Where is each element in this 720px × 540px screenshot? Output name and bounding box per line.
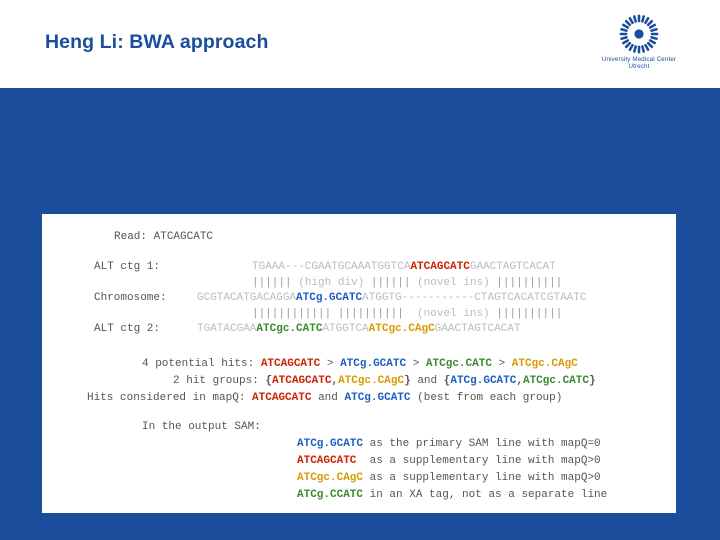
bar1-right-note: (novel ins) xyxy=(417,277,490,289)
group-2-member-a: ATCg.GCATC xyxy=(450,375,517,387)
alt-ctg-2-highlight-2: ATCgc.CAgC xyxy=(368,323,435,335)
output-line-1-text: as the primary SAM line with mapQ=0 xyxy=(369,438,601,450)
alt-ctg-2-suffix: GAACTAGTCACAT xyxy=(434,323,521,335)
output-line-3-text: as a supplementary line with mapQ>0 xyxy=(369,472,601,484)
output-line-3: ATCgc.CAgC as a supplementary line with … xyxy=(297,472,601,485)
read-row: Read: ATCAGCATC xyxy=(114,231,213,244)
group-1-close: } xyxy=(404,375,411,387)
output-line-2-text: as a supplementary line with mapQ>0 xyxy=(369,455,601,467)
hit-groups-row: 2 hit groups: {ATCAGCATC,ATCgc.CAgC} and… xyxy=(173,375,596,388)
output-line-4-sequence: ATCg.CCATC xyxy=(297,489,364,501)
read-sequence: ATCAGCATC xyxy=(153,231,214,243)
bar2-left: |||||||||||| xyxy=(252,308,332,320)
logo-line-1: University Medical Center xyxy=(601,56,677,63)
group-2-comma: , xyxy=(516,375,523,387)
chromosome-label: Chromosome: xyxy=(94,292,167,304)
bar2-right: |||||||||| xyxy=(496,308,563,320)
bar1-left: |||||| xyxy=(252,277,292,289)
hit-1: ATCAGCATC xyxy=(260,358,321,370)
hit-groups-and: and xyxy=(417,375,438,387)
output-line-4: ATCg.CCATC in an XA tag, not as a separa… xyxy=(297,489,607,502)
bar2-right-note: (novel ins) xyxy=(417,308,490,320)
bwa-alt-alignment-figure: Read: ATCAGCATC ALT ctg 1: TGAAA---CGAAT… xyxy=(42,214,676,513)
alt-ctg-1-sequence: TGAAA---CGAATGCAAATGGTCAATCAGCATCGAACTAG… xyxy=(252,261,556,274)
alt-ctg-2-mid: ATGGTCA xyxy=(322,323,369,335)
output-line-2-sequence: ATCAGCATC xyxy=(297,455,357,467)
output-line-1-sequence: ATCg.GCATC xyxy=(297,438,364,450)
alt-ctg-1-prefix: TGAAA---CGAATGCAAATGGTCA xyxy=(252,261,411,273)
output-line-1: ATCg.GCATC as the primary SAM line with … xyxy=(297,438,601,451)
output-line-3-sequence: ATCgc.CAgC xyxy=(297,472,364,484)
mapq-hits-label: Hits considered in mapQ: xyxy=(87,392,246,404)
group-2-close: } xyxy=(588,375,596,387)
mapq-hits-and: and xyxy=(318,392,338,404)
output-line-4-text: in an XA tag, not as a separate line xyxy=(369,489,608,501)
bar1-left-note: (high div) xyxy=(298,277,365,289)
potential-hits-label: 4 potential hits: xyxy=(142,358,255,370)
mapq-hit-2: ATCg.GCATC xyxy=(344,392,411,404)
read-label: Read: xyxy=(114,231,148,243)
alignment-bar-1: |||||| (high div) |||||| (novel ins) |||… xyxy=(252,277,562,290)
bar1-mid: |||||| xyxy=(370,277,411,289)
group-1-member-a: ATCAGCATC xyxy=(272,375,332,387)
sunburst-logo-icon xyxy=(619,14,659,54)
group-2-member-b: ATCgc.CATC xyxy=(522,375,589,387)
bar2-mid: |||||||||| xyxy=(337,308,404,320)
logo: University Medical Center Utrecht xyxy=(584,13,694,75)
alt-ctg-2-sequence: TGATACGAAATCgc.CATCATGGTCAATCgc.CAgCGAAC… xyxy=(197,323,521,336)
chromosome-highlight: ATCg.GCATC xyxy=(296,292,363,304)
alt-ctg-1-suffix: GAACTAGTCACAT xyxy=(469,261,556,273)
mapq-hits-note: (best from each group) xyxy=(417,392,563,404)
alt-ctg-1-highlight: ATCAGCATC xyxy=(410,261,470,273)
alt-ctg-2-prefix: TGATACGAA xyxy=(197,323,257,335)
mapq-hits-row: Hits considered in mapQ: ATCAGCATC and A… xyxy=(87,392,562,405)
hit-4: ATCgc.CAgC xyxy=(511,358,578,370)
output-line-2: ATCAGCATC as a supplementary line with m… xyxy=(297,455,601,468)
group-1-member-b: ATCgc.CAgC xyxy=(338,375,405,387)
output-intro: In the output SAM: xyxy=(142,421,261,433)
chromosome-suffix: ATGGTG-----------CTAGTCACATCGTAATC xyxy=(362,292,587,304)
chromosome-prefix: GCGTACATGACAGGA xyxy=(197,292,297,304)
potential-hits-row: 4 potential hits: ATCAGCATC > ATCg.GCATC… xyxy=(142,358,578,371)
alt-ctg-2-highlight-1: ATCgc.CATC xyxy=(256,323,323,335)
mapq-hit-1: ATCAGCATC xyxy=(252,392,312,404)
slide-header-band: Heng Li: BWA approach University Medical… xyxy=(0,0,720,88)
hit-3: ATCgc.CATC xyxy=(425,358,492,370)
bar1-right: |||||||||| xyxy=(496,277,563,289)
logo-line-2: Utrecht xyxy=(628,63,650,70)
alt-ctg-2-label: ALT ctg 2: xyxy=(94,323,161,335)
alignment-bar-2: |||||||||||| |||||||||| (novel ins) ||||… xyxy=(252,308,562,321)
hit-groups-label: 2 hit groups: xyxy=(173,375,259,387)
alt-ctg-1-label: ALT ctg 1: xyxy=(94,261,161,273)
slide: Heng Li: BWA approach University Medical… xyxy=(0,0,720,540)
page-title: Heng Li: BWA approach xyxy=(45,31,269,53)
chromosome-sequence: GCGTACATGACAGGAATCg.GCATCATGGTG---------… xyxy=(197,292,586,305)
hit-2: ATCg.GCATC xyxy=(340,358,407,370)
